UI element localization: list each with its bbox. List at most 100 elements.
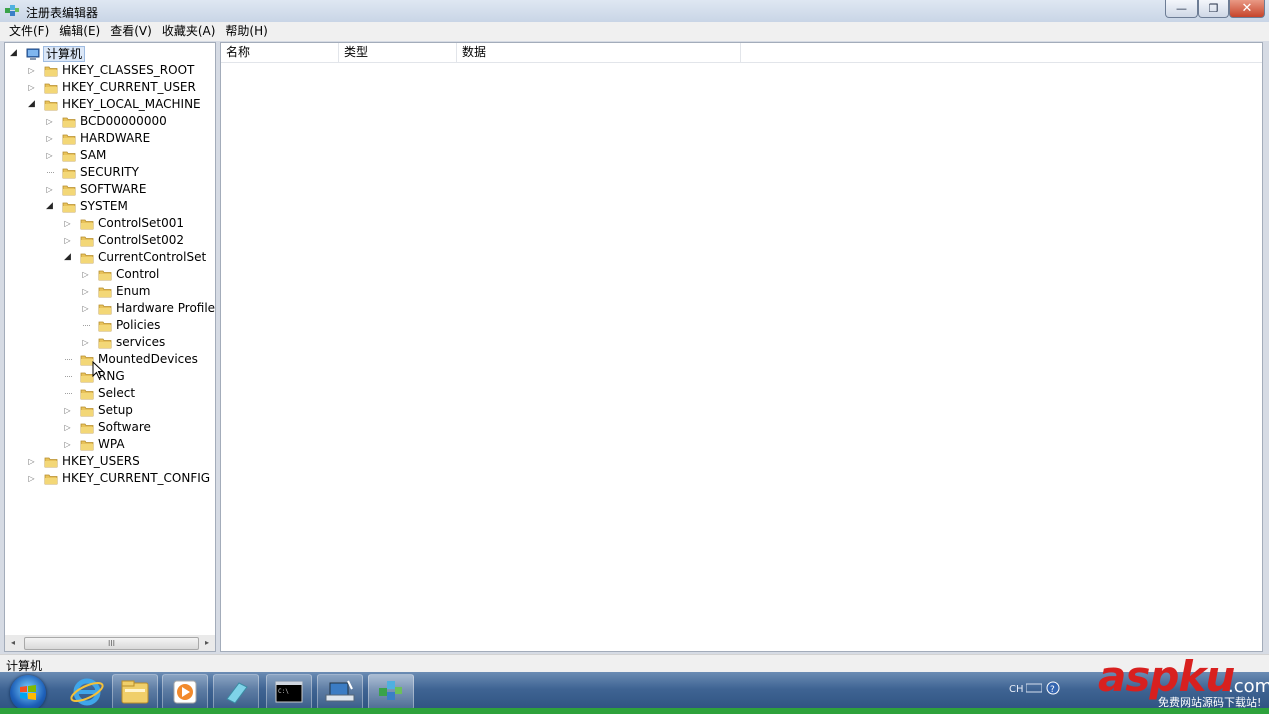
tree-node[interactable]: ◢ HKEY_LOCAL_MACHINE xyxy=(5,96,215,113)
tree-node-label[interactable]: ControlSet001 xyxy=(98,215,184,232)
tree-node-label[interactable]: Hardware Profiles xyxy=(116,300,215,317)
tree-node-label[interactable]: SECURITY xyxy=(80,164,139,181)
tree-node-label[interactable]: HKEY_CLASSES_ROOT xyxy=(62,62,194,79)
collapse-arrow-icon[interactable]: ◢ xyxy=(63,249,72,266)
expand-arrow-icon[interactable]: ▷ xyxy=(45,113,54,130)
expand-arrow-icon[interactable]: ▷ xyxy=(81,334,90,351)
collapse-arrow-icon[interactable]: ◢ xyxy=(9,45,18,62)
expand-arrow-icon[interactable]: ▷ xyxy=(81,283,90,300)
tree-node[interactable]: ▷ Setup xyxy=(5,402,215,419)
collapse-arrow-icon[interactable]: ◢ xyxy=(45,198,54,215)
tree-node-label[interactable]: Select xyxy=(98,385,135,402)
tree-node-label[interactable]: SAM xyxy=(80,147,106,164)
tree-node[interactable]: Select xyxy=(5,385,215,402)
tree-node-label[interactable]: BCD00000000 xyxy=(80,113,167,130)
expand-arrow-icon[interactable]: ▷ xyxy=(63,232,72,249)
expand-arrow-icon[interactable]: ▷ xyxy=(45,130,54,147)
tree-node[interactable]: ▷ ControlSet001 xyxy=(5,215,215,232)
expand-arrow-icon[interactable]: ▷ xyxy=(81,266,90,283)
menu-edit[interactable]: 编辑(E) xyxy=(53,22,104,41)
tree-node[interactable]: ▷ ControlSet002 xyxy=(5,232,215,249)
tree-node-label[interactable]: Control xyxy=(116,266,159,283)
tree-node-label[interactable]: HKEY_CURRENT_USER xyxy=(62,79,196,96)
tree-node-label[interactable]: 计算机 xyxy=(43,46,86,62)
tree-node[interactable]: ▷ BCD00000000 xyxy=(5,113,215,130)
expand-arrow-icon[interactable]: ▷ xyxy=(63,402,72,419)
tree-node[interactable]: Policies xyxy=(5,317,215,334)
tray-language[interactable]: CH xyxy=(1009,684,1024,695)
tree-node-label[interactable]: HARDWARE xyxy=(80,130,150,147)
tree-node-label[interactable]: Software xyxy=(98,419,151,436)
expand-arrow-icon[interactable]: ▷ xyxy=(27,453,36,470)
expand-arrow-icon[interactable]: ▷ xyxy=(27,470,36,487)
tree-node[interactable]: ▷ SOFTWARE xyxy=(5,181,215,198)
menu-help[interactable]: 帮助(H) xyxy=(219,22,271,41)
tree-node[interactable]: ▷ Control xyxy=(5,266,215,283)
regedit-app-icon[interactable] xyxy=(4,3,20,19)
restore-button[interactable]: ❐ xyxy=(1198,0,1229,18)
tree-node-label[interactable]: HKEY_CURRENT_CONFIG xyxy=(62,470,210,487)
minimize-button[interactable]: — xyxy=(1165,0,1198,18)
tree-node-label[interactable]: CurrentControlSet xyxy=(98,249,206,266)
keyboard-icon[interactable] xyxy=(1026,683,1042,693)
tree-node-label[interactable]: SOFTWARE xyxy=(80,181,146,198)
taskbar-media-player[interactable] xyxy=(162,674,208,710)
menu-view[interactable]: 查看(V) xyxy=(104,22,156,41)
tree-node[interactable]: SECURITY xyxy=(5,164,215,181)
expand-arrow-icon[interactable]: ▷ xyxy=(63,419,72,436)
expand-arrow-icon[interactable]: ▷ xyxy=(27,79,36,96)
taskbar-explorer[interactable] xyxy=(112,674,158,710)
tree-node[interactable]: ▷ HKEY_CURRENT_CONFIG xyxy=(5,470,215,487)
menu-favorites[interactable]: 收藏夹(A) xyxy=(156,22,220,41)
tree-horizontal-scrollbar[interactable]: ◂ III ▸ xyxy=(5,635,215,651)
expand-arrow-icon[interactable]: ▷ xyxy=(63,215,72,232)
help-icon[interactable]: ? xyxy=(1046,681,1060,695)
tree-node[interactable]: RNG xyxy=(5,368,215,385)
tree-node-label[interactable]: HKEY_LOCAL_MACHINE xyxy=(62,96,201,113)
column-name[interactable]: 名称 xyxy=(221,43,339,62)
start-button[interactable] xyxy=(10,675,46,711)
expand-arrow-icon[interactable]: ▷ xyxy=(63,436,72,453)
registry-tree[interactable]: ◢ 计算机 ▷ HKEY_CLASSES_ROOT ▷ HKEY_CURRENT_USER… xyxy=(4,42,216,652)
tree-node-label[interactable]: HKEY_USERS xyxy=(62,453,140,470)
taskbar-cmd[interactable]: C:\ xyxy=(266,674,312,710)
expand-arrow-icon[interactable]: ▷ xyxy=(81,300,90,317)
scroll-left-arrow-icon[interactable]: ◂ xyxy=(5,635,21,651)
tree-node[interactable]: ▷ HARDWARE xyxy=(5,130,215,147)
tree-node[interactable]: ◢ 计算机 xyxy=(5,45,215,62)
column-data[interactable]: 数据 xyxy=(457,43,741,62)
tree-node[interactable]: ▷ HKEY_USERS xyxy=(5,453,215,470)
tree-node-label[interactable]: Setup xyxy=(98,402,133,419)
tree-node[interactable]: ▷ services xyxy=(5,334,215,351)
column-type[interactable]: 类型 xyxy=(339,43,457,62)
collapse-arrow-icon[interactable]: ◢ xyxy=(27,96,36,113)
taskbar-ie[interactable] xyxy=(64,674,110,710)
tree-node-label[interactable]: MountedDevices xyxy=(98,351,198,368)
tree-node-label[interactable]: SYSTEM xyxy=(80,198,128,215)
tree-node[interactable]: ▷ HKEY_CURRENT_USER xyxy=(5,79,215,96)
scroll-right-arrow-icon[interactable]: ▸ xyxy=(199,635,215,651)
tree-node-label[interactable]: ControlSet002 xyxy=(98,232,184,249)
taskbar-regedit[interactable] xyxy=(368,674,414,710)
tree-node-label[interactable]: Policies xyxy=(116,317,160,334)
expand-arrow-icon[interactable]: ▷ xyxy=(45,181,54,198)
menu-file[interactable]: 文件(F) xyxy=(0,22,53,41)
tree-node-label[interactable]: services xyxy=(116,334,165,351)
close-button[interactable]: ✕ xyxy=(1229,0,1265,18)
tree-node[interactable]: ◢ SYSTEM xyxy=(5,198,215,215)
tree-node[interactable]: ▷ Enum xyxy=(5,283,215,300)
tree-node[interactable]: ▷ WPA xyxy=(5,436,215,453)
taskbar-notepad[interactable] xyxy=(213,674,259,710)
tree-node[interactable]: ▷ Software xyxy=(5,419,215,436)
taskbar-network[interactable] xyxy=(317,674,363,710)
tree-node[interactable]: MountedDevices xyxy=(5,351,215,368)
tree-node[interactable]: ▷ SAM xyxy=(5,147,215,164)
scrollbar-thumb[interactable]: III xyxy=(24,637,199,650)
expand-arrow-icon[interactable]: ▷ xyxy=(27,62,36,79)
tree-node[interactable]: ▷ Hardware Profiles xyxy=(5,300,215,317)
tree-node-label[interactable]: Enum xyxy=(116,283,150,300)
values-list[interactable]: 名称 类型 数据 xyxy=(220,42,1263,652)
tree-node[interactable]: ◢ CurrentControlSet xyxy=(5,249,215,266)
expand-arrow-icon[interactable]: ▷ xyxy=(45,147,54,164)
tree-node-label[interactable]: WPA xyxy=(98,436,125,453)
